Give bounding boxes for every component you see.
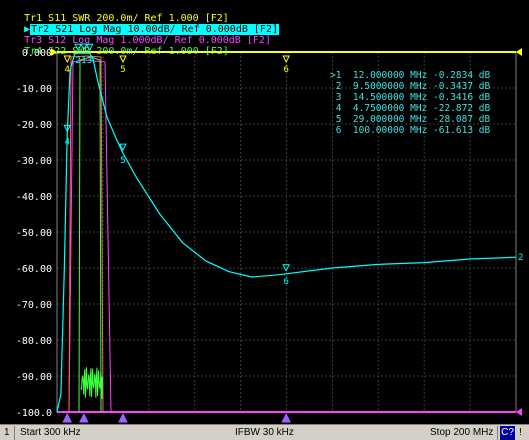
marker-row: 5 29.000000 MHz -28.087 dB — [335, 114, 491, 125]
marker-table: >1 12.000000 MHz -0.2834 dB 2 9.5000000 … — [330, 70, 510, 136]
marker-row: 3 14.500000 MHz -0.3416 dB — [335, 92, 491, 103]
trace-s11-passband — [68, 55, 104, 413]
marker-flag-label: 3 — [87, 56, 92, 66]
stimulus-marker-icon — [119, 55, 127, 64]
marker-row: 2 9.5000000 MHz -0.3437 dB — [335, 81, 491, 92]
trace-s22-noise — [80, 367, 103, 399]
marker-flag-label: 4 — [65, 137, 70, 147]
marker-row: 6 100.00000 MHz -61.613 dB — [335, 125, 491, 136]
y-tick-label: -50.00 — [16, 228, 52, 239]
y-tick-label: -80.00 — [16, 336, 52, 347]
calibration-status[interactable]: C? — [500, 426, 515, 440]
trace-s12-passband — [68, 59, 112, 413]
bottom-marker-icon — [118, 412, 128, 423]
y-tick-label: -10.00 — [16, 84, 52, 95]
marker-flag-label: 2 — [75, 56, 80, 66]
status-divider — [497, 426, 498, 440]
bottom-marker-icon — [79, 412, 89, 423]
vna-screen: { "traces": [ {"id": "Tr1", "label": "Tr… — [0, 0, 529, 440]
reference-arrow-icon — [516, 408, 522, 416]
y-tick-label: 0.000 — [22, 48, 52, 59]
marker-flag-icon — [85, 43, 94, 52]
y-tick-label: -90.00 — [16, 372, 52, 383]
alert-indicator[interactable]: ! — [519, 426, 522, 440]
status-bar: 1 Start 300 kHz IFBW 30 kHz Stop 200 MHz… — [0, 424, 529, 440]
trace-s22-passband — [78, 56, 102, 413]
marker-flag-label: 5 — [120, 156, 125, 166]
start-frequency[interactable]: Start 300 kHz — [20, 426, 81, 440]
reference-arrow-icon — [51, 48, 57, 56]
y-tick-label: -100.0 — [16, 408, 52, 419]
marker-row: >1 12.000000 MHz -0.2834 dB — [330, 70, 491, 81]
marker-flag-icon — [74, 43, 82, 52]
reference-arrow-icon — [516, 48, 522, 56]
stimulus-marker-label: 6 — [283, 65, 288, 75]
y-tick-label: -70.00 — [16, 300, 52, 311]
marker-flag-label: 1 — [81, 56, 86, 66]
stimulus-marker-label: 5 — [120, 65, 125, 75]
stimulus-marker-label: 4 — [65, 65, 70, 75]
bottom-marker-icon — [62, 412, 73, 423]
stop-frequency[interactable]: Stop 200 MHz — [430, 426, 493, 440]
y-tick-label: -20.00 — [16, 120, 52, 131]
channel-number[interactable]: 1 — [4, 426, 10, 440]
y-tick-label: -60.00 — [16, 264, 52, 275]
marker-row: 4 4.7500000 MHz -22.872 dB — [335, 103, 491, 114]
marker-flag-icon — [80, 43, 88, 52]
status-divider — [14, 426, 15, 440]
if-bandwidth[interactable]: IFBW 30 kHz — [235, 426, 294, 440]
marker-flag-label: 6 — [283, 277, 288, 287]
bottom-marker-icon — [281, 412, 291, 423]
plot-area[interactable]: 0.000 -10.00 -20.00 -30.00 -40.00 -50.00 -60.0… — [0, 0, 529, 424]
trace-end-label: 2 — [518, 253, 523, 263]
y-tick-label: -30.00 — [16, 156, 52, 167]
y-tick-label: -40.00 — [16, 192, 52, 203]
stimulus-marker-icon — [63, 55, 72, 64]
